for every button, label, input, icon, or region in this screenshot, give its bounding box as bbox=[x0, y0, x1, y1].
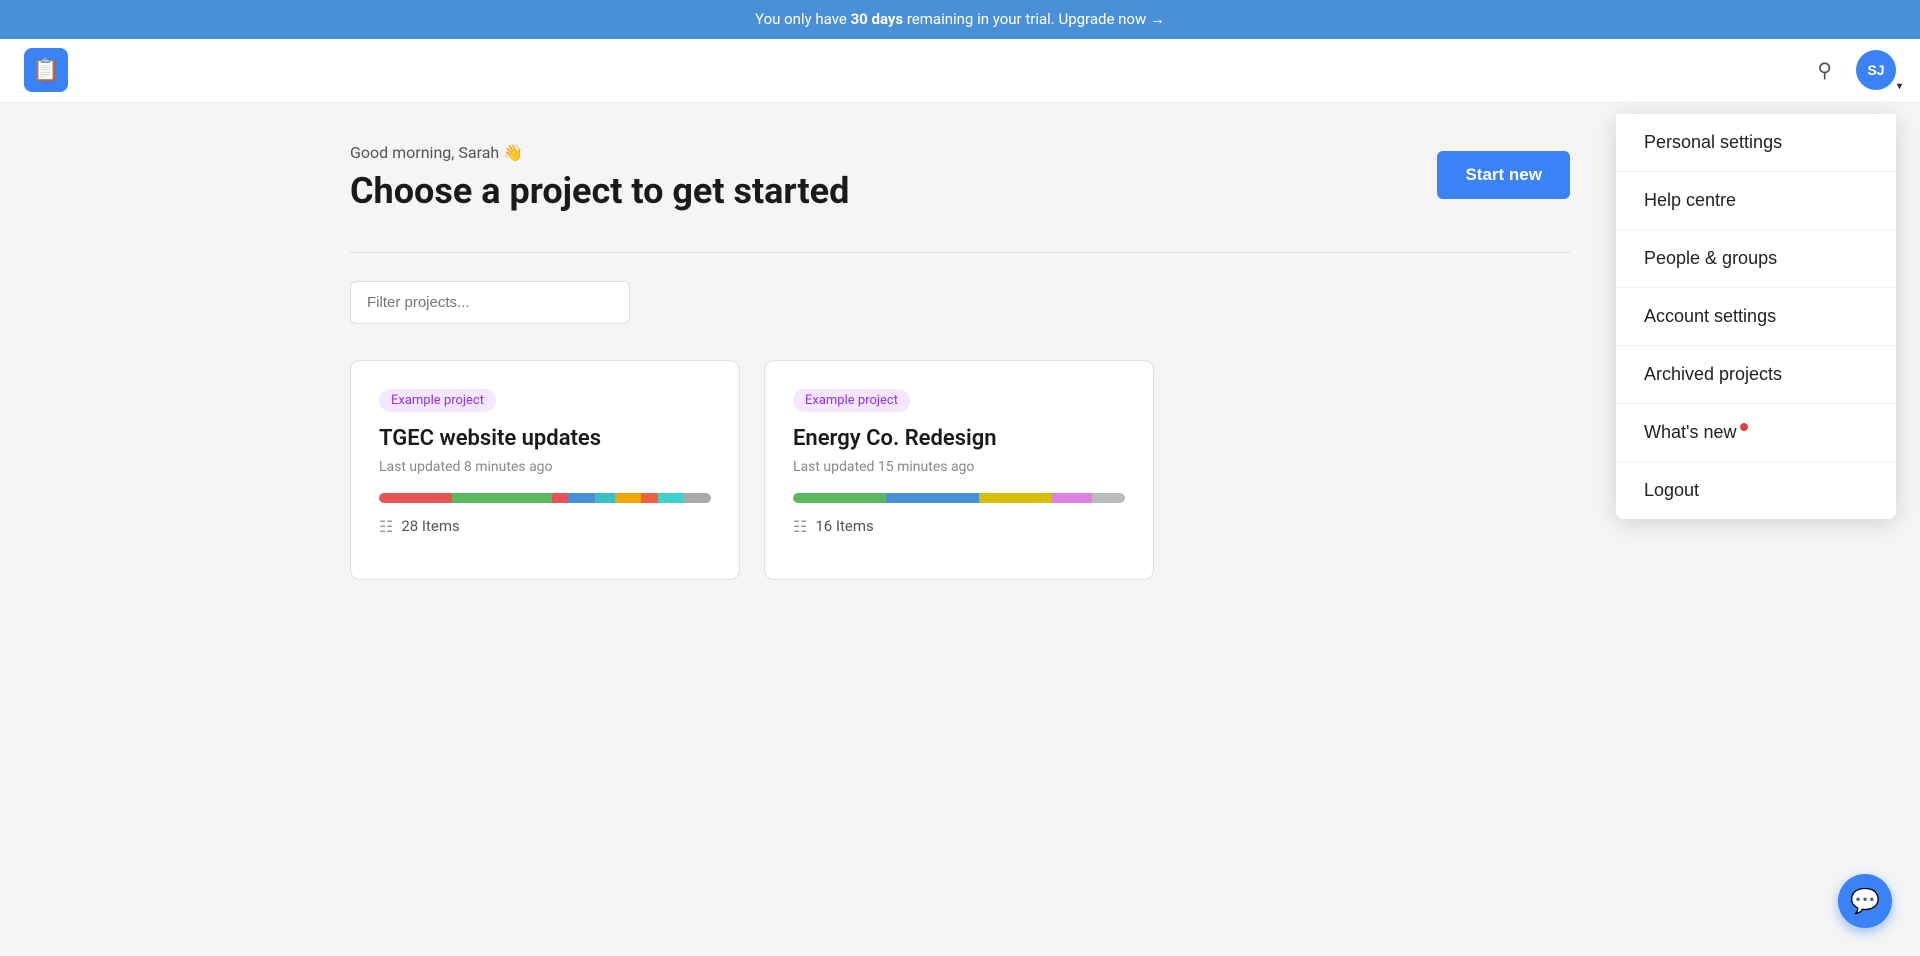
dropdown-item-whats-new[interactable]: What's new bbox=[1616, 404, 1896, 462]
progress-segment bbox=[952, 493, 979, 503]
avatar-initials: SJ bbox=[1867, 62, 1884, 78]
new-dot bbox=[1740, 423, 1748, 431]
document-icon: 📋 bbox=[32, 58, 59, 83]
example-badge: Example project bbox=[793, 389, 910, 412]
progress-segment bbox=[979, 493, 1025, 503]
items-icon: ☷ bbox=[793, 517, 807, 536]
chat-bubble-button[interactable]: 💬 bbox=[1838, 874, 1892, 928]
dropdown-item-help-centre[interactable]: Help centre bbox=[1616, 172, 1896, 230]
header: 📋 ⚲ SJ ▾ Personal settingsHelp centrePeo… bbox=[0, 39, 1920, 103]
progress-bar bbox=[793, 493, 1125, 503]
progress-segment bbox=[552, 493, 569, 503]
search-icon: ⚲ bbox=[1817, 60, 1832, 82]
card-updated: Last updated 15 minutes ago bbox=[793, 459, 1125, 475]
example-badge: Example project bbox=[379, 389, 496, 412]
start-new-button[interactable]: Start new bbox=[1437, 151, 1570, 199]
card-items: ☷ 28 Items bbox=[379, 517, 711, 536]
main-content: Good morning, Sarah 👋 Choose a project t… bbox=[310, 103, 1610, 580]
app-logo[interactable]: 📋 bbox=[24, 48, 68, 92]
greeting-text: Good morning, Sarah 👋 bbox=[350, 143, 849, 162]
progress-segment bbox=[379, 493, 452, 503]
filter-input[interactable] bbox=[350, 281, 630, 324]
card-items: ☷ 16 Items bbox=[793, 517, 1125, 536]
chevron-down-icon: ▾ bbox=[1897, 81, 1902, 92]
project-card-project-1[interactable]: Example project TGEC website updates Last … bbox=[350, 360, 740, 580]
banner-text-after: remaining in your trial. Upgrade now → bbox=[903, 10, 1165, 28]
dropdown-item-account-settings[interactable]: Account settings bbox=[1616, 288, 1896, 346]
chat-icon: 💬 bbox=[1850, 887, 1880, 915]
divider bbox=[350, 252, 1570, 253]
items-icon: ☷ bbox=[379, 517, 393, 536]
banner-text-before: You only have bbox=[755, 10, 851, 28]
progress-bar bbox=[379, 493, 711, 503]
progress-segment bbox=[452, 493, 552, 503]
greeting-row: Good morning, Sarah 👋 Choose a project t… bbox=[350, 143, 1570, 244]
progress-segment bbox=[684, 493, 711, 503]
progress-segment bbox=[886, 493, 952, 503]
items-count: 16 Items bbox=[815, 517, 873, 535]
progress-segment bbox=[641, 493, 658, 503]
search-button[interactable]: ⚲ bbox=[1809, 50, 1840, 91]
trial-banner: You only have 30 days remaining in your … bbox=[0, 0, 1920, 39]
dropdown-item-archived-projects[interactable]: Archived projects bbox=[1616, 346, 1896, 404]
user-avatar-button[interactable]: SJ ▾ bbox=[1856, 50, 1896, 90]
page-title: Choose a project to get started bbox=[350, 170, 849, 212]
progress-segment bbox=[615, 493, 642, 503]
progress-segment bbox=[793, 493, 886, 503]
banner-bold: 30 days bbox=[851, 10, 904, 28]
greeting-block: Good morning, Sarah 👋 Choose a project t… bbox=[350, 143, 849, 244]
project-card-project-2[interactable]: Example project Energy Co. Redesign Last u… bbox=[764, 360, 1154, 580]
progress-segment bbox=[568, 493, 595, 503]
progress-segment bbox=[658, 493, 685, 503]
card-title: Energy Co. Redesign bbox=[793, 426, 1125, 451]
dropdown-item-logout[interactable]: Logout bbox=[1616, 462, 1896, 519]
items-count: 28 Items bbox=[401, 517, 459, 535]
projects-grid: Example project TGEC website updates Last … bbox=[350, 360, 1570, 580]
dropdown-item-personal-settings[interactable]: Personal settings bbox=[1616, 114, 1896, 172]
progress-segment bbox=[1092, 493, 1125, 503]
progress-segment bbox=[1052, 493, 1092, 503]
card-title: TGEC website updates bbox=[379, 426, 711, 451]
progress-segment bbox=[595, 493, 615, 503]
user-dropdown-menu: Personal settingsHelp centrePeople & gro… bbox=[1616, 114, 1896, 519]
header-right: ⚲ SJ ▾ Personal settingsHelp centrePeopl… bbox=[1809, 50, 1896, 91]
dropdown-item-people-groups[interactable]: People & groups bbox=[1616, 230, 1896, 288]
progress-segment bbox=[1025, 493, 1052, 503]
card-updated: Last updated 8 minutes ago bbox=[379, 459, 711, 475]
